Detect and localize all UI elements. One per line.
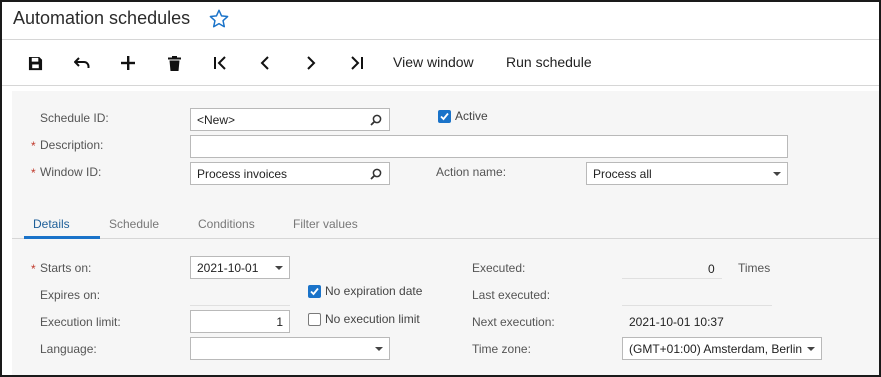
view-window-button[interactable]: View window: [393, 54, 474, 70]
starts-on-date-input[interactable]: 2021-10-01: [190, 256, 290, 279]
details-panel: * Starts on: 2021-10-01 Expires on: No e…: [12, 239, 879, 375]
chevron-down-icon: [807, 346, 815, 351]
description-label: Description:: [40, 138, 104, 152]
tab-schedule[interactable]: Schedule: [109, 217, 159, 231]
schedule-id-input[interactable]: <New>: [190, 108, 390, 131]
executed-unit: Times: [738, 261, 771, 275]
delete-icon: [167, 55, 181, 71]
window-id-value: Process invoices: [197, 166, 288, 181]
next-record-icon: [307, 56, 316, 70]
description-input[interactable]: [190, 135, 788, 158]
language-select[interactable]: [190, 337, 390, 360]
time-zone-value: (GMT+01:00) Amsterdam, Berlin: [629, 341, 803, 356]
tab-bar: Details Schedule Conditions Filter value…: [12, 203, 879, 239]
add-icon: [121, 56, 135, 70]
undo-icon: [74, 57, 90, 68]
screen: Automation schedules View window Run sch…: [0, 0, 881, 377]
undo-button[interactable]: [71, 53, 93, 73]
chevron-down-icon: [773, 171, 781, 176]
previous-record-button[interactable]: [254, 53, 276, 73]
tab-conditions[interactable]: Conditions: [198, 217, 255, 231]
no-execution-limit-checkbox[interactable]: [308, 313, 321, 326]
next-execution-label: Next execution:: [472, 315, 555, 329]
required-mark: *: [31, 139, 36, 153]
header-form: Schedule ID: <New> Active * Description:…: [12, 91, 879, 203]
window-id-input[interactable]: Process invoices: [190, 162, 390, 185]
schedule-id-value: <New>: [197, 112, 236, 127]
add-button[interactable]: [117, 53, 139, 73]
execution-limit-label: Execution limit:: [40, 315, 121, 329]
window-id-label: Window ID:: [40, 165, 102, 179]
next-execution-value: 2021-10-01 10:37: [629, 315, 724, 329]
time-zone-label: Time zone:: [472, 342, 531, 356]
active-checkbox[interactable]: [438, 110, 451, 123]
expires-on-field: [190, 305, 290, 306]
star-icon[interactable]: [208, 8, 230, 30]
schedule-id-label: Schedule ID:: [40, 111, 109, 125]
tab-filter-values[interactable]: Filter values: [293, 217, 358, 231]
executed-value: 0: [708, 262, 715, 276]
active-label: Active: [455, 109, 488, 123]
check-icon: [440, 112, 449, 121]
executed-field: [622, 278, 722, 279]
language-label: Language:: [40, 342, 97, 356]
first-record-icon: [214, 56, 226, 70]
first-record-button[interactable]: [209, 53, 231, 73]
required-mark: *: [31, 262, 36, 276]
run-schedule-button[interactable]: Run schedule: [506, 54, 592, 70]
last-record-button[interactable]: [346, 53, 368, 73]
executed-label: Executed:: [472, 261, 526, 275]
execution-limit-input[interactable]: 1: [190, 310, 290, 333]
search-icon[interactable]: [369, 167, 383, 181]
no-expiration-date-label: No expiration date: [325, 284, 423, 298]
execution-limit-value: 1: [276, 314, 283, 329]
action-name-label: Action name:: [436, 165, 507, 179]
last-record-icon: [351, 56, 363, 70]
starts-on-value: 2021-10-01: [197, 260, 259, 275]
starts-on-label: Starts on:: [40, 261, 92, 275]
page-title: Automation schedules: [13, 8, 191, 28]
delete-button[interactable]: [163, 53, 185, 73]
toolbar: View window Run schedule: [2, 41, 879, 86]
check-icon: [310, 287, 319, 296]
action-name-select[interactable]: Process all: [586, 162, 788, 185]
no-execution-limit-label: No execution limit: [325, 312, 420, 326]
next-record-button[interactable]: [300, 53, 322, 73]
previous-record-icon: [260, 56, 269, 70]
title-bar: Automation schedules: [2, 2, 879, 40]
tab-details[interactable]: Details: [33, 217, 70, 231]
time-zone-select[interactable]: (GMT+01:00) Amsterdam, Berlin: [622, 337, 822, 360]
save-button[interactable]: [24, 53, 46, 73]
search-icon[interactable]: [369, 113, 383, 127]
expires-on-label: Expires on:: [40, 288, 101, 302]
no-expiration-date-checkbox[interactable]: [308, 285, 321, 298]
save-icon: [28, 56, 42, 70]
chevron-down-icon: [375, 346, 383, 351]
last-executed-field: [622, 305, 772, 306]
action-name-value: Process all: [593, 166, 652, 181]
last-executed-label: Last executed:: [472, 288, 551, 302]
chevron-down-icon: [275, 265, 283, 270]
required-mark: *: [31, 166, 36, 180]
